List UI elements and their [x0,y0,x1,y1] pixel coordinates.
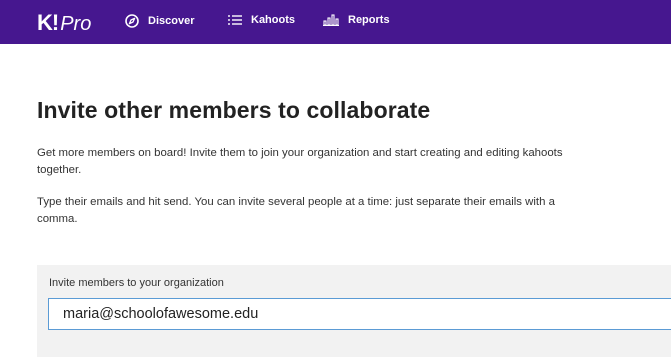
compass-icon [125,14,139,28]
invite-field-label: Invite members to your organization [49,277,224,289]
nav-kahoots[interactable]: Kahoots [228,14,295,26]
nav-kahoots-label: Kahoots [251,14,295,26]
top-navigation-bar: K! Pro Discover Kahoots Reports [0,0,671,44]
kahoot-pro-logo[interactable]: K! Pro [37,10,91,36]
page-title: Invite other members to collaborate [37,97,431,123]
logo-pro: Pro [60,13,92,35]
nav-discover[interactable]: Discover [125,14,194,28]
nav-reports-label: Reports [348,14,390,26]
nav-reports[interactable]: Reports [323,14,390,26]
intro-paragraph: Get more members on board! Invite them t… [37,147,563,176]
invite-email-input[interactable] [48,298,671,330]
nav-discover-label: Discover [148,15,195,27]
instructions-paragraph: Type their emails and hit send. You can … [37,196,555,225]
bar-chart-icon [323,14,339,26]
invite-panel: Invite members to your organization [37,265,671,357]
logo-k: K! [37,10,59,35]
list-icon [228,15,242,25]
